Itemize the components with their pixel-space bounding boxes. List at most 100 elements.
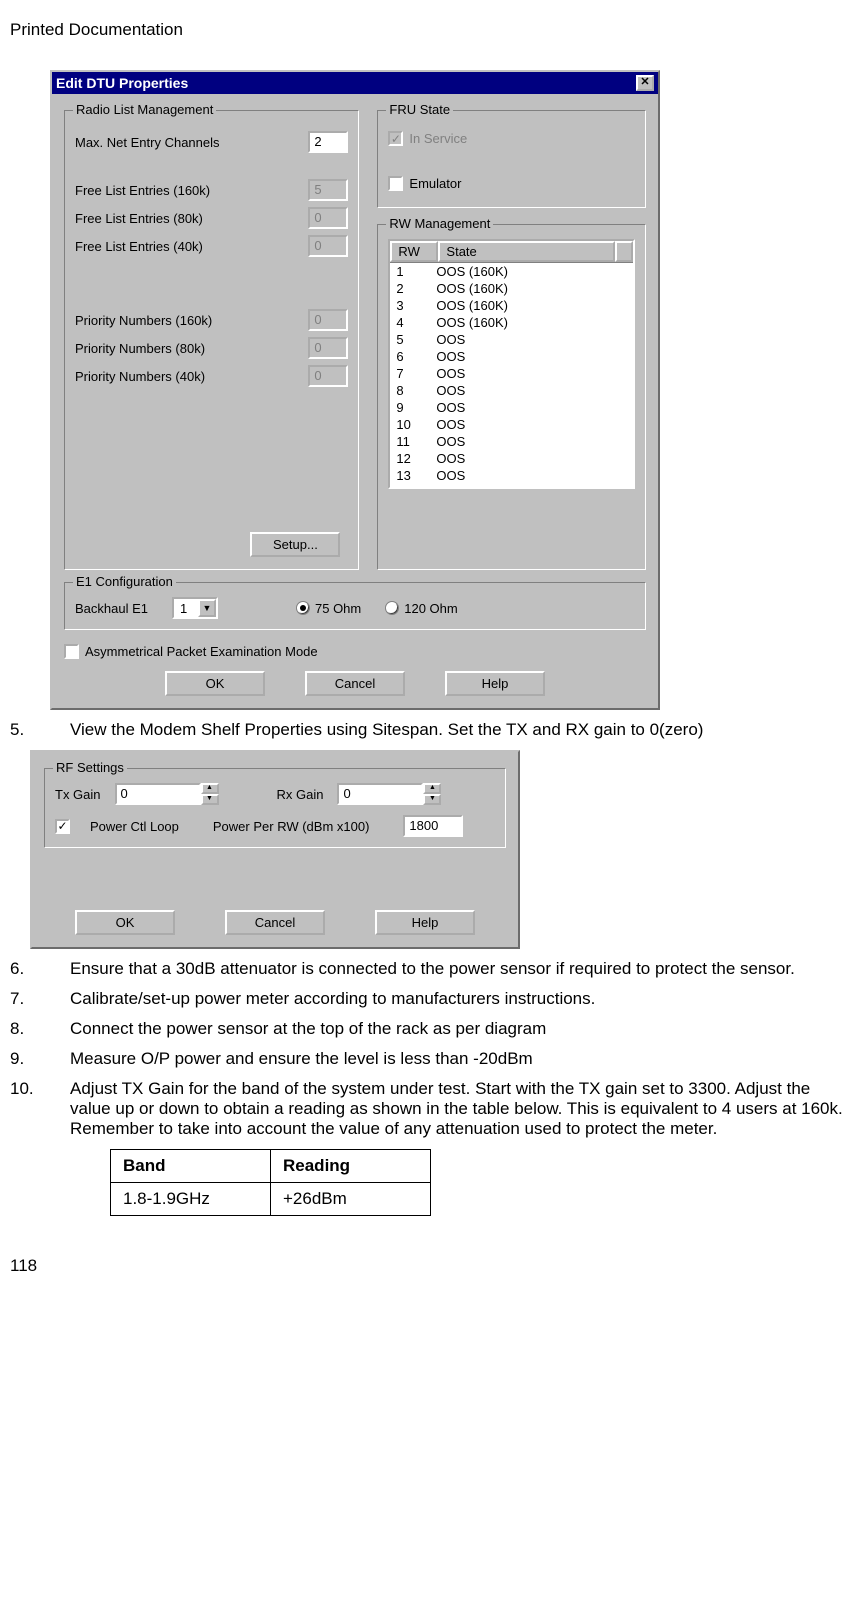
checkbox-power-ctl-loop[interactable]: ✓ — [55, 819, 70, 834]
rw-table-row[interactable]: 4OOS (160K) — [390, 314, 633, 331]
cancel-button[interactable]: Cancel — [305, 671, 405, 696]
label-backhaul-e1: Backhaul E1 — [75, 601, 148, 616]
table-header-row: Band Reading — [111, 1150, 431, 1183]
rw-cell-state: OOS — [436, 331, 631, 348]
rw-table-row[interactable]: 11OOS — [390, 433, 633, 450]
th-band: Band — [111, 1150, 271, 1183]
rw-cell-state: OOS (160K) — [436, 280, 631, 297]
input-rx-gain[interactable]: 0 — [337, 783, 423, 805]
label-fle-40: Free List Entries (40k) — [75, 239, 308, 254]
spinner-rx-gain[interactable]: 0 ▲ ▼ — [337, 783, 441, 805]
rw-cell-rw: 3 — [392, 297, 436, 314]
rw-table-row[interactable]: 1OOS (160K) — [390, 263, 633, 280]
band-reading-table: Band Reading 1.8-1.9GHz +26dBm — [110, 1149, 431, 1216]
ok-button[interactable]: OK — [165, 671, 265, 696]
label-tx-gain: Tx Gain — [55, 787, 101, 802]
rw-table-header: RW State — [390, 241, 633, 263]
group-label: FRU State — [386, 102, 453, 117]
dtu-window: Edit DTU Properties ✕ Radio List Managem… — [50, 70, 660, 710]
label-power-per-rw: Power Per RW (dBm x100) — [213, 819, 370, 834]
rw-cell-state: OOS — [436, 365, 631, 382]
ok-button[interactable]: OK — [75, 910, 175, 935]
group-label: RF Settings — [53, 760, 127, 775]
rw-table-row[interactable]: 13OOS — [390, 467, 633, 484]
group-fru-state: FRU State ✓ In Service Emulator — [377, 110, 646, 208]
td-reading: +26dBm — [271, 1183, 431, 1216]
chevron-down-icon[interactable]: ▼ — [198, 599, 216, 617]
step-number: 9. — [10, 1049, 70, 1069]
step-number: 8. — [10, 1019, 70, 1039]
rw-cell-state: OOS — [436, 416, 631, 433]
combo-backhaul-e1[interactable]: 1 ▼ — [172, 597, 218, 619]
step-text: Calibrate/set-up power meter according t… — [70, 989, 846, 1009]
step-text: Adjust TX Gain for the band of the syste… — [70, 1079, 846, 1139]
rw-table[interactable]: RW State 1OOS (160K)2OOS (160K)3OOS (160… — [388, 239, 635, 489]
rw-cell-rw: 6 — [392, 348, 436, 365]
rw-cell-rw: 13 — [392, 467, 436, 484]
checkbox-asym-packet[interactable] — [64, 644, 79, 659]
rw-cell-state: OOS — [436, 348, 631, 365]
dtu-titlebar: Edit DTU Properties ✕ — [52, 72, 658, 94]
th-reading: Reading — [271, 1150, 431, 1183]
step-text: Measure O/P power and ensure the level i… — [70, 1049, 846, 1069]
label-fle-80: Free List Entries (80k) — [75, 211, 308, 226]
rw-table-row[interactable]: 5OOS — [390, 331, 633, 348]
rw-cell-rw: 7 — [392, 365, 436, 382]
spin-up-icon[interactable]: ▲ — [423, 783, 441, 794]
rw-table-row[interactable]: 10OOS — [390, 416, 633, 433]
group-radio-list-management: Radio List Management Max. Net Entry Cha… — [64, 110, 359, 570]
step-number: 6. — [10, 959, 70, 979]
rw-table-row[interactable]: 6OOS — [390, 348, 633, 365]
rw-table-row[interactable]: 2OOS (160K) — [390, 280, 633, 297]
group-rf-settings: RF Settings Tx Gain 0 ▲ ▼ Rx Gain 0 ▲ ▼ — [44, 768, 506, 848]
rw-cell-state: OOS — [436, 382, 631, 399]
rw-table-row[interactable]: 12OOS — [390, 450, 633, 467]
rw-cell-rw: 1 — [392, 263, 436, 280]
label-asym-packet: Asymmetrical Packet Examination Mode — [85, 644, 318, 659]
help-button[interactable]: Help — [445, 671, 545, 696]
spinner-tx-gain[interactable]: 0 ▲ ▼ — [115, 783, 219, 805]
group-rw-management: RW Management RW State 1OOS (160K)2OOS (… — [377, 224, 646, 570]
dtu-title: Edit DTU Properties — [56, 75, 188, 91]
label-pn-40: Priority Numbers (40k) — [75, 369, 308, 384]
rw-header-state[interactable]: State — [438, 241, 615, 262]
rw-table-row[interactable]: 3OOS (160K) — [390, 297, 633, 314]
setup-button[interactable]: Setup... — [250, 532, 340, 557]
input-tx-gain[interactable]: 0 — [115, 783, 201, 805]
label-max-net-entry: Max. Net Entry Channels — [75, 135, 308, 150]
step-text: View the Modem Shelf Properties using Si… — [70, 720, 846, 740]
rw-header-spacer — [615, 241, 633, 262]
rw-table-row[interactable]: 8OOS — [390, 382, 633, 399]
radio-120-ohm[interactable]: 120 Ohm — [385, 601, 457, 616]
checkbox-emulator[interactable] — [388, 176, 403, 191]
rw-cell-rw: 8 — [392, 382, 436, 399]
label-in-service: In Service — [409, 131, 467, 146]
rw-cell-state: OOS (160K) — [436, 297, 631, 314]
step-number: 5. — [10, 720, 70, 740]
help-button[interactable]: Help — [375, 910, 475, 935]
rf-window: RF Settings Tx Gain 0 ▲ ▼ Rx Gain 0 ▲ ▼ — [30, 750, 520, 949]
input-fle-80: 0 — [308, 207, 348, 229]
rw-cell-rw: 12 — [392, 450, 436, 467]
label-power-ctl-loop: Power Ctl Loop — [90, 819, 179, 834]
rw-cell-rw: 9 — [392, 399, 436, 416]
rw-cell-state: OOS — [436, 399, 631, 416]
input-pn-40: 0 — [308, 365, 348, 387]
label-fle-160: Free List Entries (160k) — [75, 183, 308, 198]
rw-header-rw[interactable]: RW — [390, 241, 438, 262]
radio-label-120: 120 Ohm — [404, 601, 457, 616]
spin-down-icon[interactable]: ▼ — [201, 794, 219, 805]
input-max-net-entry[interactable]: 2 — [308, 131, 348, 153]
cancel-button[interactable]: Cancel — [225, 910, 325, 935]
input-fle-40: 0 — [308, 235, 348, 257]
rw-table-row[interactable]: 7OOS — [390, 365, 633, 382]
rw-cell-state: OOS (160K) — [436, 263, 631, 280]
input-power-per-rw[interactable]: 1800 — [403, 815, 463, 837]
step-text: Ensure that a 30dB attenuator is connect… — [70, 959, 846, 979]
radio-75-ohm[interactable]: 75 Ohm — [296, 601, 361, 616]
spin-down-icon[interactable]: ▼ — [423, 794, 441, 805]
checkbox-in-service: ✓ — [388, 131, 403, 146]
rw-table-row[interactable]: 9OOS — [390, 399, 633, 416]
close-icon[interactable]: ✕ — [636, 75, 654, 91]
spin-up-icon[interactable]: ▲ — [201, 783, 219, 794]
